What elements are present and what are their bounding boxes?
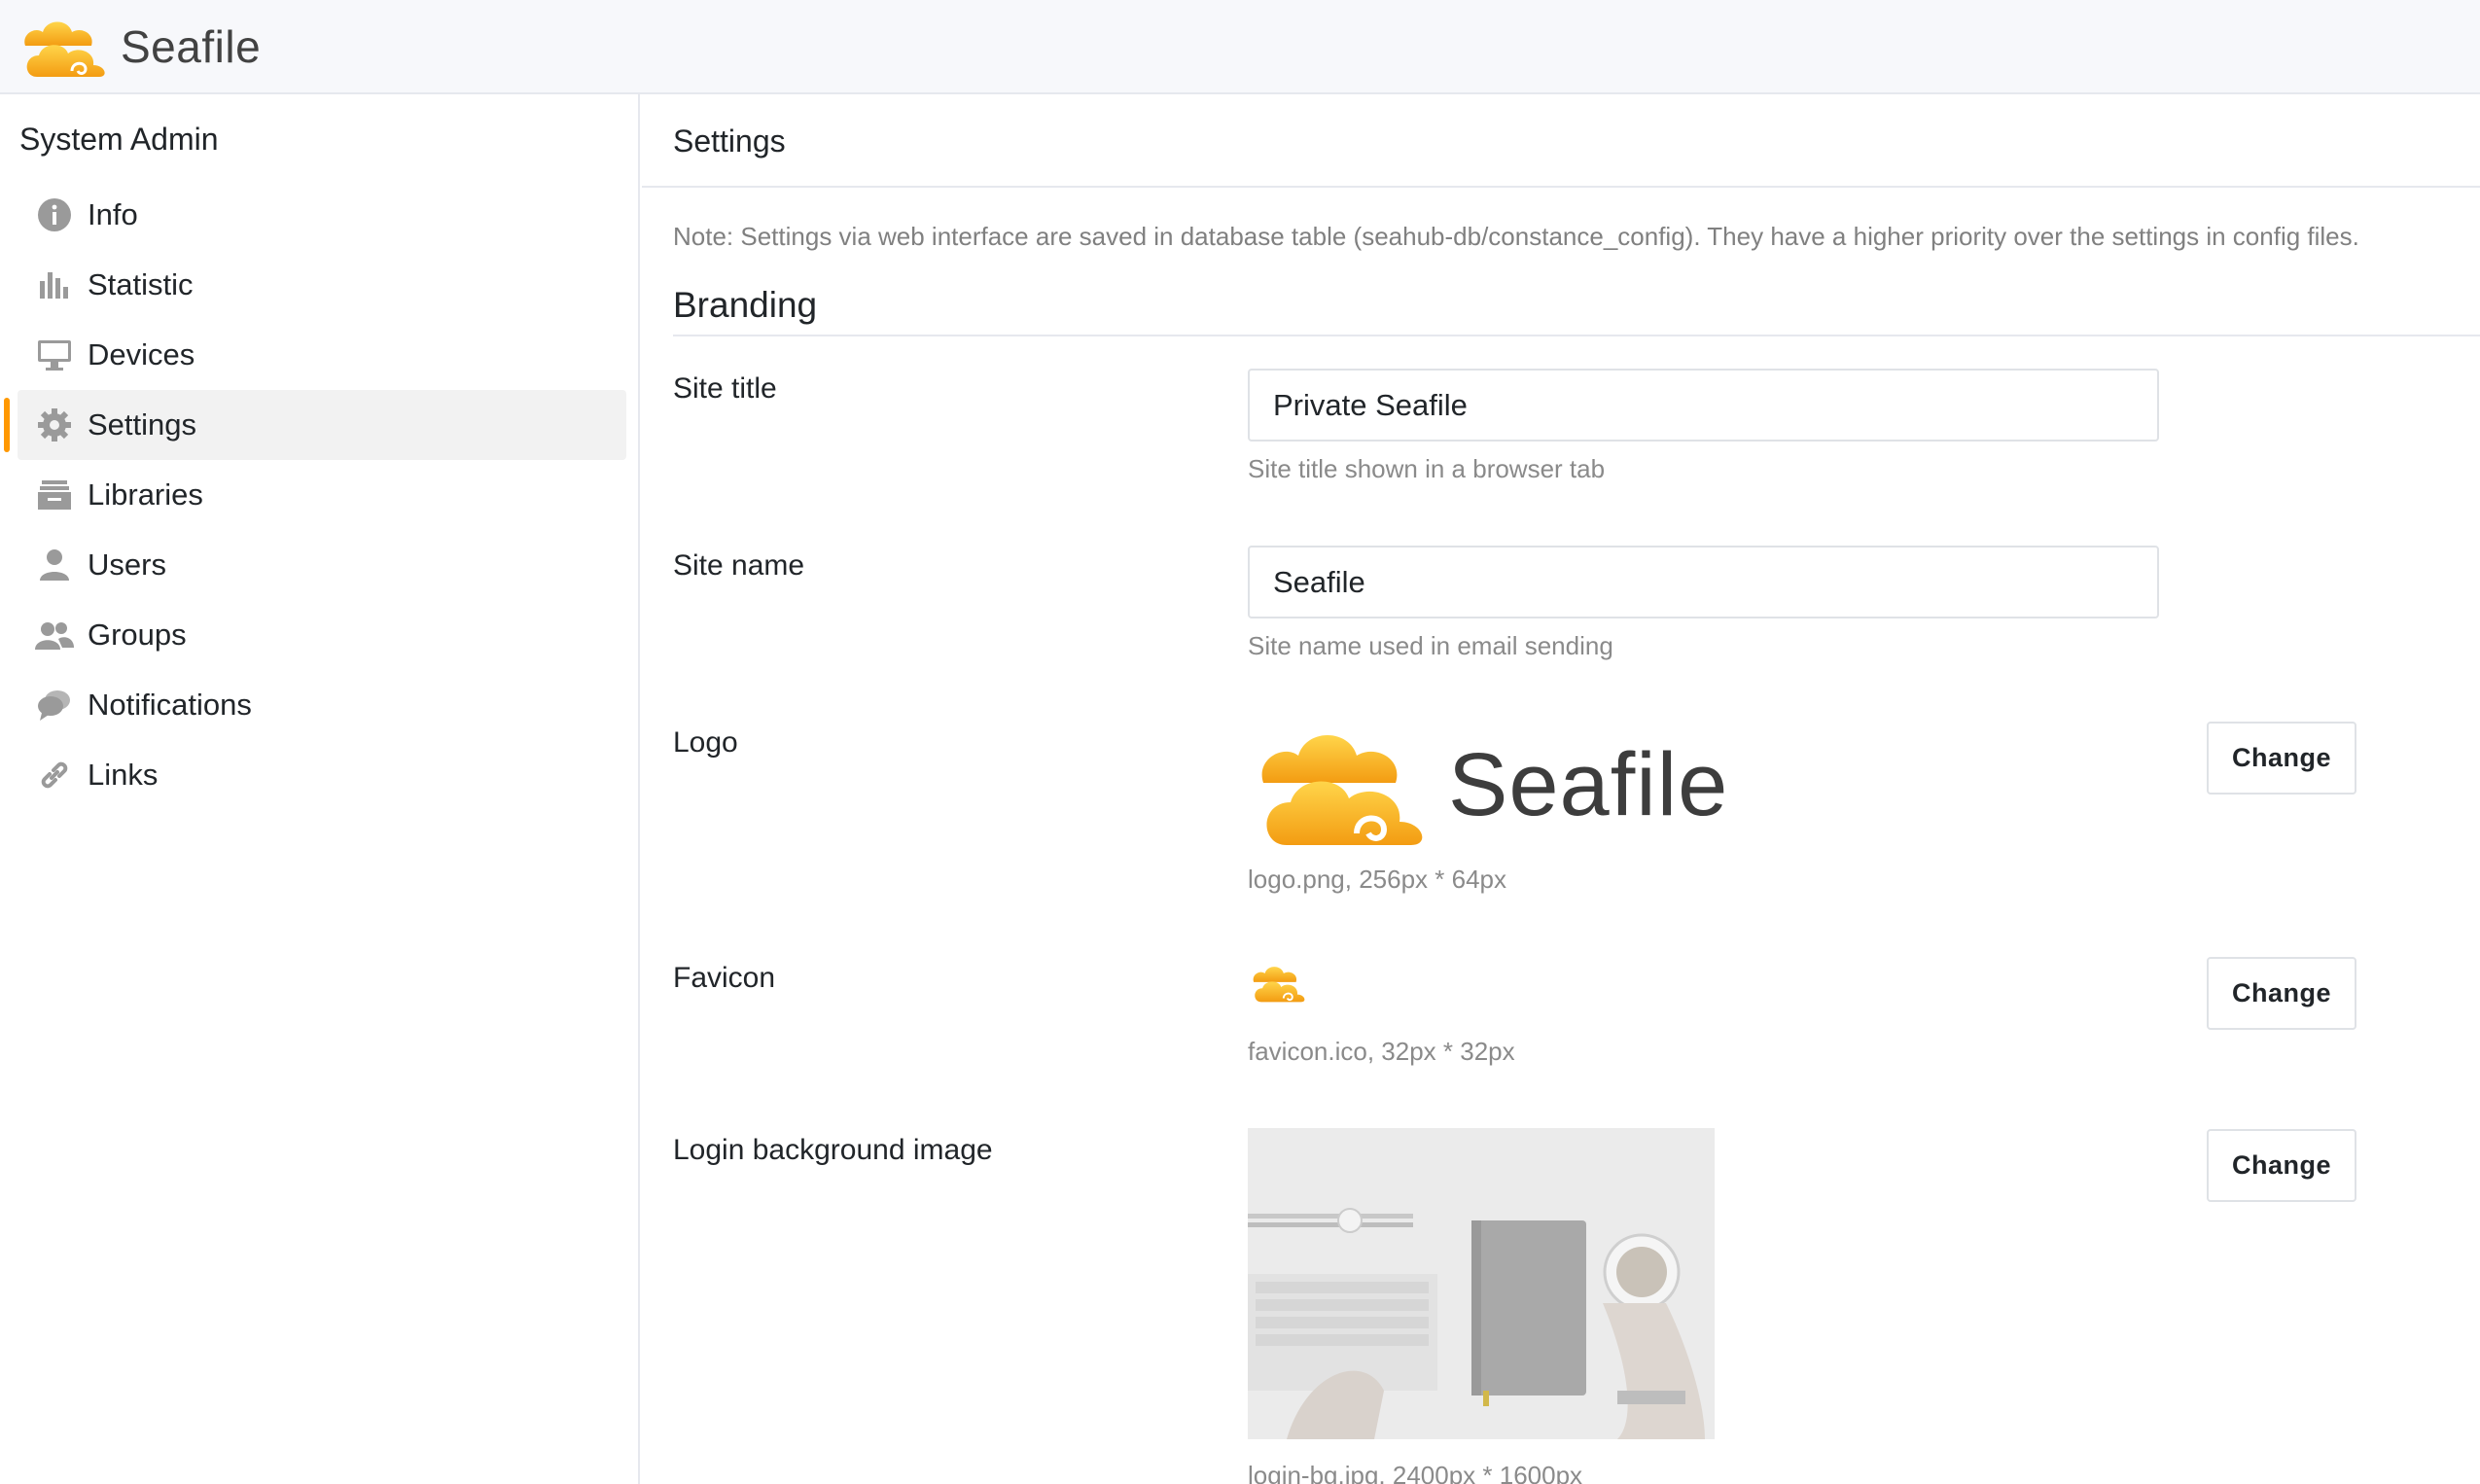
sidebar-item-info[interactable]: Info	[18, 180, 626, 250]
logo-image-text: Seafile	[1448, 734, 1729, 834]
main-content: Settings Note: Settings via web interfac…	[642, 94, 2480, 1484]
user-icon	[35, 546, 74, 584]
notification-icon	[35, 686, 74, 724]
monitor-icon	[35, 336, 74, 374]
site-title-help: Site title shown in a browser tab	[1248, 454, 1606, 483]
site-title-label: Site title	[673, 372, 777, 405]
site-name-label: Site name	[673, 549, 805, 582]
sidebar-item-settings[interactable]: Settings	[4, 390, 626, 460]
sidebar-nav: Info Statistic Devices Settings Librarie…	[0, 180, 640, 810]
favicon-change-button[interactable]: Change	[2207, 957, 2356, 1030]
sidebar-item-label: Settings	[88, 407, 197, 442]
settings-note: Note: Settings via web interface are sav…	[673, 222, 2359, 251]
seafile-cloud-icon	[1253, 967, 1305, 1003]
logo-change-button[interactable]: Change	[2207, 722, 2356, 795]
sidebar-title: System Admin	[19, 122, 219, 157]
sidebar-item-label: Users	[88, 548, 166, 582]
sidebar-item-label: Devices	[88, 337, 195, 371]
sidebar-item-label: Links	[88, 758, 159, 792]
sidebar-item-label: Statistic	[88, 267, 194, 301]
page-title: Settings	[673, 124, 786, 159]
login-bg-change-button[interactable]: Change	[2207, 1129, 2356, 1202]
sidebar-item-label: Groups	[88, 618, 187, 652]
seafile-cloud-icon	[1261, 735, 1423, 845]
section-divider	[673, 335, 2480, 336]
top-header: Seafile	[0, 0, 2480, 94]
libraries-icon	[35, 476, 74, 514]
favicon-help: favicon.ico, 32px * 32px	[1248, 1037, 1515, 1066]
brand-logo[interactable]: Seafile	[18, 13, 261, 81]
site-name-help: Site name used in email sending	[1248, 631, 1613, 660]
link-icon	[35, 756, 74, 795]
bar-chart-icon	[35, 265, 74, 304]
logo-help: logo.png, 256px * 64px	[1248, 865, 1506, 894]
logo-label: Logo	[673, 726, 738, 759]
logo-preview: Seafile	[1248, 717, 1728, 853]
sidebar-item-notifications[interactable]: Notifications	[18, 670, 626, 740]
login-bg-help: login-bg.jpg, 2400px * 1600px	[1248, 1461, 1583, 1484]
section-title-branding: Branding	[673, 285, 818, 325]
sidebar-item-devices[interactable]: Devices	[18, 320, 626, 390]
sidebar-item-libraries[interactable]: Libraries	[18, 460, 626, 530]
sidebar-item-users[interactable]: Users	[18, 530, 626, 600]
sidebar-item-statistic[interactable]: Statistic	[18, 250, 626, 320]
group-icon	[35, 616, 74, 654]
sidebar-item-label: Info	[88, 197, 138, 231]
info-icon	[35, 195, 74, 234]
brand-name: Seafile	[121, 21, 262, 72]
sidebar: System Admin Info Statistic Devices Sett…	[0, 94, 640, 1484]
login-bg-label: Login background image	[673, 1134, 993, 1166]
site-title-input[interactable]	[1248, 369, 2159, 442]
favicon-label: Favicon	[673, 962, 776, 994]
sidebar-item-links[interactable]: Links	[18, 740, 626, 810]
sidebar-item-label: Libraries	[88, 477, 203, 512]
sidebar-item-label: Notifications	[88, 688, 252, 722]
gear-icon	[35, 406, 74, 444]
site-name-input[interactable]	[1248, 546, 2159, 618]
seafile-cloud-icon	[24, 21, 105, 77]
sidebar-item-groups[interactable]: Groups	[18, 600, 626, 670]
main-header: Settings	[642, 94, 2480, 188]
login-bg-preview	[1248, 1128, 1715, 1439]
login-bg-photo	[1248, 1128, 1715, 1439]
favicon-preview	[1249, 961, 1311, 1009]
